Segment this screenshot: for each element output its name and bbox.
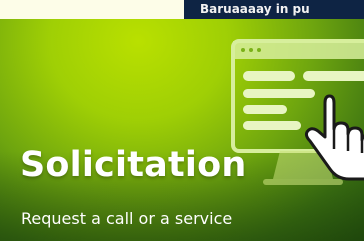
card-subtitle: Request a call or a service (21, 209, 233, 228)
solicitation-card[interactable]: Solicitation Request a call or a service (0, 19, 364, 241)
top-banner[interactable]: Baruaaaay in pu (184, 0, 364, 19)
card-title: Solicitation (20, 145, 247, 185)
top-banner-text: Baruaaaay in pu (200, 2, 310, 16)
